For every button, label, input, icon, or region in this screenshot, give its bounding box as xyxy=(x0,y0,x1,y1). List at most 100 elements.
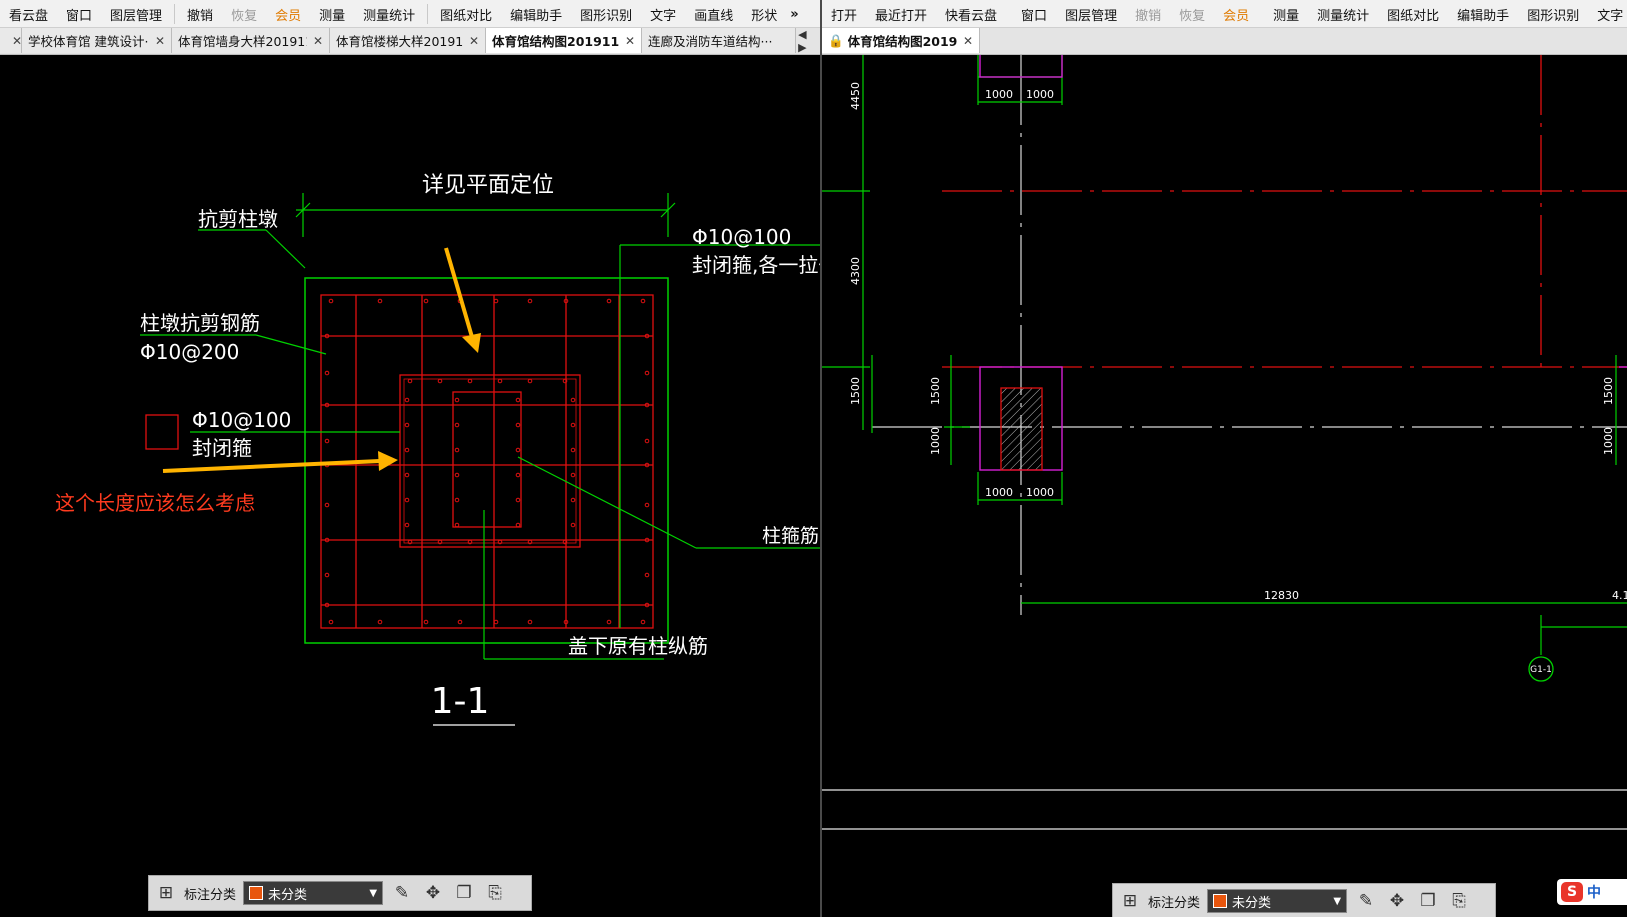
grid-icon[interactable]: ⊞ xyxy=(1119,891,1141,911)
toolbar-button-8[interactable]: 测量 xyxy=(1264,0,1308,27)
legend-desc: 封闭箍 xyxy=(192,436,252,460)
toolbar-button-1[interactable]: 窗口 xyxy=(57,0,101,27)
svg-text:G1-1: G1-1 xyxy=(1530,665,1552,675)
label-column-bar: 柱箍筋Φ xyxy=(762,525,820,547)
annotation-bar-right: ⊞ 标注分类 未分类 ▼ ✎ ✥ ❐ ⎘ xyxy=(1112,883,1496,917)
close-icon[interactable]: ✕ xyxy=(313,34,323,48)
toolbar-button-11[interactable]: 编辑助手 xyxy=(1448,0,1518,27)
label-original-bar: 盖下原有柱纵筋 xyxy=(568,634,708,658)
annotation-category-select[interactable]: 未分类 ▼ xyxy=(1207,889,1348,913)
dim-top-b: 1000 xyxy=(1026,88,1054,101)
tab-scroll-arrows[interactable]: ◀ ▶ xyxy=(796,28,820,54)
toolbar-button-12[interactable]: 图形识别 xyxy=(1518,0,1588,27)
toolbar-left: 看云盘 窗口 图层管理 撤销 恢复 会员 测量 测量统计 图纸对比 编辑助手 图形识别 文字 画直线 形状… xyxy=(0,0,820,28)
toolbar-button-12[interactable]: 画直线 xyxy=(685,0,742,27)
ime-mode: 中 xyxy=(1587,885,1601,901)
toolbar-button-5[interactable]: 撤销 xyxy=(1126,0,1170,27)
toolbar-button-10[interactable]: 图纸对比 xyxy=(1378,0,1448,27)
sogou-logo-icon: S xyxy=(1561,882,1583,902)
close-icon[interactable]: ✕ xyxy=(963,34,973,48)
toolbar-more-button[interactable]: » xyxy=(786,0,802,27)
edit-icon[interactable]: ✎ xyxy=(390,883,414,903)
tab-5[interactable]: 连廊及消防车道结构··· xyxy=(642,28,797,53)
category-color-swatch xyxy=(249,886,264,900)
toolbar-button-2[interactable]: 图层管理 xyxy=(101,0,171,27)
tab-4[interactable]: 体育馆结构图2019110(✕ xyxy=(486,28,642,53)
category-color-swatch xyxy=(1213,894,1228,908)
dim-4300: 4300 xyxy=(849,257,862,285)
close-icon[interactable]: ✕ xyxy=(12,34,22,48)
annotation-category-label: 标注分类 xyxy=(184,887,237,903)
label-stirrup-desc: 封闭箍,各一拉一。 xyxy=(692,253,820,277)
ime-indicator[interactable]: S 中 xyxy=(1557,879,1627,905)
dim-bot-b: 1000 xyxy=(1026,486,1054,499)
dim-1500-mid: 1500 xyxy=(929,377,942,405)
tab-structure-drawing[interactable]: 🔒 体育馆结构图2019··· ✕ xyxy=(822,28,980,53)
toolbar-button-8[interactable]: 图纸对比 xyxy=(431,0,501,27)
toolbar-button-2[interactable]: 快看云盘 xyxy=(936,0,1006,27)
toolbar-button-7[interactable]: 测量统计 xyxy=(354,0,424,27)
column-rebar-cage xyxy=(452,391,522,528)
column-section xyxy=(1000,387,1043,471)
toolbar-button-3[interactable]: 撤销 xyxy=(178,0,222,27)
legend-swatch xyxy=(145,414,179,450)
dim-1000-mid: 1000 xyxy=(929,427,942,455)
tab-3[interactable]: 体育馆楼梯大样2019110(✕ xyxy=(330,28,486,53)
middle-rebar-cage xyxy=(399,374,581,548)
close-icon[interactable]: ✕ xyxy=(625,34,635,48)
question-annotation: 这个长度应该怎么考虑 xyxy=(55,491,255,515)
dim-top-label: 详见平面定位 xyxy=(422,173,554,198)
tab-2[interactable]: 体育馆墙身大样2019110(✕ xyxy=(172,28,330,53)
drawing-canvas-right[interactable]: 4450 4300 1500 1500 1000 1500 1000 1000 … xyxy=(822,55,1627,917)
dim-1500-right: 1500 xyxy=(1602,377,1615,405)
drawing-canvas-left[interactable]: 详见平面定位 Φ10@100 封闭箍,各一拉一。 xyxy=(0,55,820,917)
paste-icon[interactable]: ⎘ xyxy=(1447,891,1471,911)
dim-12830: 12830 xyxy=(1264,589,1299,602)
paste-icon[interactable]: ⎘ xyxy=(483,883,507,903)
toolbar-button-9[interactable]: 测量统计 xyxy=(1308,0,1378,27)
tab-bar-right: 🔒 体育馆结构图2019··· ✕ xyxy=(822,28,1627,55)
section-title: 1-1 xyxy=(431,681,490,722)
toolbar-button-13[interactable]: 形状 xyxy=(742,0,786,27)
toolbar-button-13[interactable]: 文字 xyxy=(1588,0,1627,27)
label-stirrup-spec: Φ10@100 xyxy=(692,225,791,249)
copy-icon[interactable]: ❐ xyxy=(1416,891,1440,911)
toolbar-button-1[interactable]: 最近打开 xyxy=(866,0,936,27)
move-icon[interactable]: ✥ xyxy=(421,883,445,903)
toolbar-right: 打开 最近打开 快看云盘 窗口 图层管理 撤销 恢复 会员 测量 测量统计 图纸对比 编辑助手 图形识别… xyxy=(822,0,1627,28)
annotation-category-select[interactable]: 未分类 ▼ xyxy=(243,881,384,905)
annotation-bar-left: ⊞ 标注分类 未分类 ▼ ✎ ✥ ❐ ⎘ xyxy=(148,875,532,911)
dimension-line-top xyxy=(295,193,676,237)
annotation-arrow-down xyxy=(444,247,481,353)
right-drawing-window: 打开 最近打开 快看云盘 窗口 图层管理 撤销 恢复 会员 测量 测量统计 图纸对比 编辑助手 图形识别… xyxy=(822,0,1627,917)
dim-1500-left: 1500 xyxy=(849,377,862,405)
close-icon[interactable]: ✕ xyxy=(155,34,165,48)
move-icon[interactable]: ✥ xyxy=(1385,891,1409,911)
toolbar-button-6[interactable]: 测量 xyxy=(310,0,354,27)
label-pier: 抗剪柱墩 xyxy=(198,207,278,231)
edit-icon[interactable]: ✎ xyxy=(1354,891,1378,911)
dim-4450: 4450 xyxy=(849,82,862,110)
toolbar-button-7[interactable]: 会员 xyxy=(1214,0,1258,27)
label-shear-spec: Φ10@200 xyxy=(140,340,239,364)
left-drawing-window: 看云盘 窗口 图层管理 撤销 恢复 会员 测量 测量统计 图纸对比 编辑助手 图形识别 文字 画直线 形状… xyxy=(0,0,820,917)
grid-icon[interactable]: ⊞ xyxy=(155,883,177,903)
toolbar-button-4[interactable]: 图层管理 xyxy=(1056,0,1126,27)
toolbar-button-5[interactable]: 会员 xyxy=(266,0,310,27)
close-icon[interactable]: ✕ xyxy=(469,34,479,48)
toolbar-button-4[interactable]: 恢复 xyxy=(222,0,266,27)
tab-0[interactable]: ✕ xyxy=(0,28,22,53)
dim-bot-a: 1000 xyxy=(985,486,1013,499)
toolbar-button-0[interactable]: 打开 xyxy=(822,0,866,27)
chevron-down-icon: ▼ xyxy=(369,887,378,899)
toolbar-button-3[interactable]: 窗口 xyxy=(1012,0,1056,27)
tab-bar-left: ✕学校体育馆 建筑设计···✕体育馆墙身大样2019110(✕体育馆楼梯大样20… xyxy=(0,28,820,55)
copy-icon[interactable]: ❐ xyxy=(452,883,476,903)
label-shear-bar: 柱墩抗剪钢筋 xyxy=(140,311,260,335)
toolbar-button-9[interactable]: 编辑助手 xyxy=(501,0,571,27)
toolbar-button-6[interactable]: 恢复 xyxy=(1170,0,1214,27)
tab-1[interactable]: 学校体育馆 建筑设计··· ✕ xyxy=(22,28,172,53)
toolbar-button-0[interactable]: 看云盘 xyxy=(0,0,57,27)
toolbar-button-11[interactable]: 文字 xyxy=(641,0,685,27)
toolbar-button-10[interactable]: 图形识别 xyxy=(571,0,641,27)
